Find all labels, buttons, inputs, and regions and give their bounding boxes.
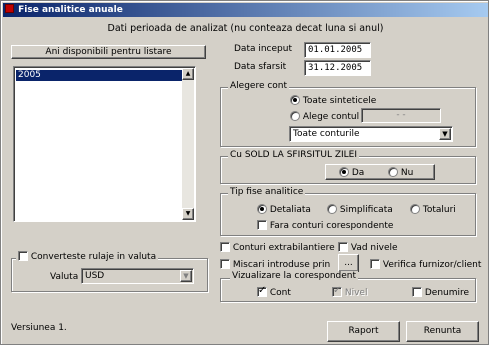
end-date-label: Data sfarsit — [234, 62, 287, 72]
off-balance-checkbox[interactable] — [220, 242, 230, 252]
corr-name-checkbox[interactable] — [412, 287, 422, 297]
report-button[interactable]: Raport — [327, 321, 400, 342]
option-choose-account[interactable]: Alege contul — [290, 111, 359, 122]
type-detailed-option[interactable]: Detaliata — [257, 204, 311, 215]
sold-group-title: Cu SOLD LA SFIRSITUL ZILEI — [228, 150, 359, 160]
entries-by-option[interactable]: Miscari introduse prin — [220, 259, 330, 270]
check-partner-label: Verifica furnizor/client — [382, 260, 482, 270]
start-date-input[interactable]: 01.01.2005 — [304, 42, 371, 58]
corr-name-label: Denumire — [424, 288, 470, 298]
type-simplified-option[interactable]: Simplificata — [327, 204, 393, 215]
accounts-select[interactable]: Toate conturile ▼ — [289, 126, 453, 142]
type-detailed-radio[interactable] — [257, 204, 267, 214]
scroll-up-icon[interactable]: ▲ — [182, 68, 194, 80]
corr-level-option: Nivel — [332, 285, 368, 298]
choose-account-radio[interactable] — [290, 111, 300, 121]
no-correspondents-label: Fara conturi corespondente — [269, 221, 394, 231]
correspondent-group-title: Vizualizare la corespondent — [230, 271, 359, 281]
type-simplified-radio[interactable] — [327, 204, 337, 214]
see-levels-checkbox[interactable] — [338, 242, 348, 252]
end-date-input[interactable]: 31.12.2005 — [304, 60, 371, 76]
dialog-window: Fise analitice anuale Dati perioada de a… — [0, 0, 489, 345]
title-bar: Fise analitice anuale — [3, 3, 488, 17]
list-item[interactable]: 2005 — [16, 70, 182, 81]
check-partner-option[interactable]: Verifica furnizor/client — [370, 259, 481, 270]
corr-account-label: Cont — [269, 288, 291, 298]
start-date-label: Data inceput — [234, 44, 292, 54]
entries-by-button[interactable]: ... — [338, 254, 359, 272]
years-panel-title: Ani disponibili pentru listare — [11, 45, 206, 59]
years-scrollbar[interactable]: ▲ ▼ — [182, 68, 194, 220]
account-mask-input[interactable]: - - — [361, 108, 441, 123]
corr-level-checkbox — [332, 285, 342, 297]
entries-by-label: Miscari introduse prin — [232, 260, 331, 270]
convert-option[interactable]: Converteste rulaje in valuta — [16, 251, 159, 262]
convert-label: Converteste rulaje in valuta — [30, 252, 157, 262]
type-totals-radio[interactable] — [410, 204, 420, 214]
chevron-down-icon[interactable]: ▼ — [439, 128, 451, 140]
no-correspondents-option[interactable]: Fara conturi corespondente — [257, 220, 393, 231]
entries-by-checkbox[interactable] — [220, 259, 230, 269]
choose-account-label: Alege contul — [302, 112, 360, 122]
convert-checkbox[interactable] — [18, 251, 28, 261]
synthetic-label: Toate sinteticele — [302, 96, 377, 106]
sold-yes-radio[interactable] — [339, 167, 349, 177]
currency-label: Valuta — [50, 272, 79, 282]
years-list[interactable]: 2005 ▲ ▼ — [13, 66, 196, 222]
see-levels-label: Vad nivele — [350, 243, 398, 253]
cancel-button[interactable]: Renunta — [406, 321, 479, 342]
check-partner-checkbox[interactable] — [370, 259, 380, 269]
off-balance-label: Conturi extrabilantiere — [232, 243, 335, 253]
corr-account-checkbox[interactable] — [257, 285, 267, 297]
corr-account-option[interactable]: Cont — [257, 285, 291, 298]
type-detailed-label: Detaliata — [269, 205, 311, 215]
app-icon — [5, 4, 14, 13]
sold-no-option[interactable]: Nu — [388, 167, 413, 178]
off-balance-option[interactable]: Conturi extrabilantiere — [220, 242, 335, 253]
currency-chevron-down-icon[interactable]: ▼ — [180, 270, 192, 282]
option-synthetic[interactable]: Toate sinteticele — [290, 95, 376, 106]
type-totals-label: Totaluri — [422, 205, 456, 215]
see-levels-option[interactable]: Vad nivele — [338, 242, 398, 253]
sold-yes-option[interactable]: Da — [339, 167, 364, 178]
synthetic-radio[interactable] — [290, 95, 300, 105]
sold-no-label: Nu — [400, 168, 414, 178]
sold-no-radio[interactable] — [388, 167, 398, 177]
account-group-title: Alegere cont — [228, 81, 290, 91]
sold-yes-label: Da — [351, 168, 365, 178]
window-title: Fise analitice anuale — [18, 5, 123, 15]
type-group-title: Tip fise analitice — [228, 187, 306, 197]
currency-select-value: USD — [85, 271, 105, 281]
currency-select[interactable]: USD ▼ — [81, 268, 194, 284]
accounts-select-value: Toate conturile — [293, 129, 360, 139]
period-header: Dati perioada de analizat (nu conteaza d… — [107, 23, 384, 34]
scroll-down-icon[interactable]: ▼ — [182, 208, 194, 220]
type-totals-option[interactable]: Totaluri — [410, 204, 456, 215]
version-text: Versiunea 1. — [11, 323, 67, 333]
corr-level-label: Nivel — [344, 288, 368, 298]
type-simplified-label: Simplificata — [339, 205, 393, 215]
corr-name-option[interactable]: Denumire — [412, 287, 469, 298]
no-correspondents-checkbox[interactable] — [257, 220, 267, 230]
